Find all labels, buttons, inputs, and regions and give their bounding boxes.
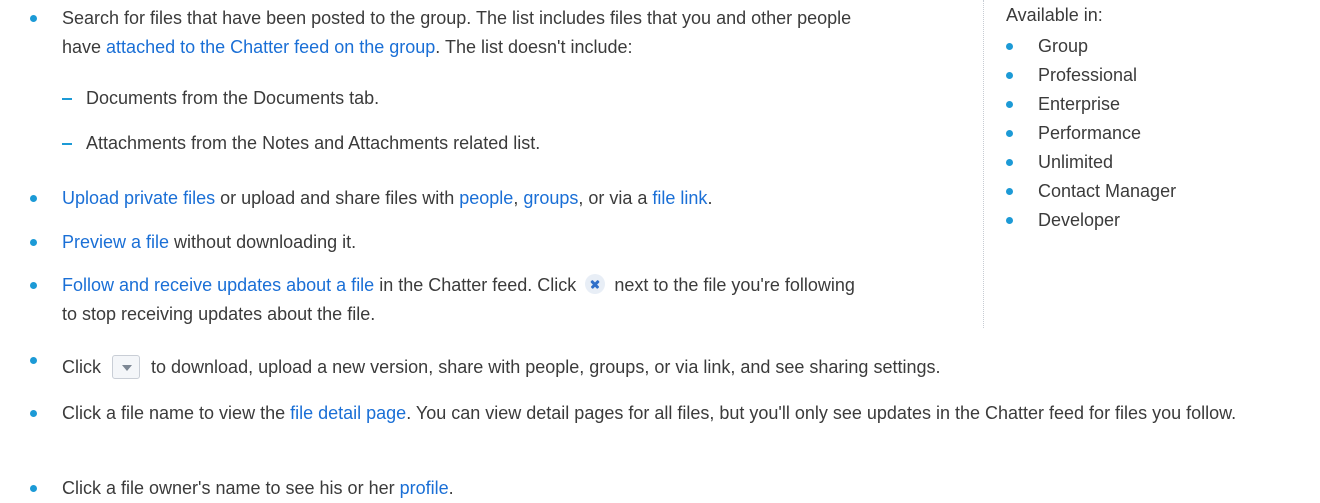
edition-label: Enterprise — [1038, 94, 1121, 114]
bullet — [1006, 188, 1013, 195]
attached-to-feed-link[interactable]: attached to the Chatter feed on the grou… — [106, 37, 435, 57]
bullet — [1006, 72, 1013, 79]
text-tail: to download, upload a new version, share… — [146, 357, 941, 377]
text-segment: or upload and share files with — [215, 188, 460, 208]
dropdown-arrow-icon[interactable] — [112, 355, 140, 379]
profile-link[interactable]: profile — [400, 478, 449, 498]
bullet — [30, 410, 37, 417]
dash — [62, 98, 72, 100]
follow-file-link[interactable]: Follow and receive updates about a file — [62, 275, 374, 295]
list-item-text: Click a file name to view the file detai… — [62, 399, 1320, 428]
bullet — [1006, 43, 1013, 50]
text-segment: , or via a — [578, 188, 653, 208]
edition-label: Professional — [1038, 65, 1138, 85]
text-lead: Click a file name to view the — [62, 403, 291, 423]
text-tail: without downloading it. — [169, 232, 357, 252]
text-tail: . You can view detail pages for all file… — [406, 403, 1237, 423]
bullet — [1006, 130, 1013, 137]
list-item-text: Preview a file without downloading it. — [62, 228, 862, 257]
bullet — [30, 15, 37, 22]
text-tail: . The list doesn't include: — [435, 37, 633, 57]
list-item-text: Search for files that have been posted t… — [62, 4, 862, 62]
sub-list-item-text: Documents from the Documents tab. — [86, 88, 380, 108]
bullet — [30, 357, 37, 364]
bullet — [1006, 101, 1013, 108]
groups-link[interactable]: groups — [523, 188, 578, 208]
bullet — [30, 282, 37, 289]
people-link[interactable]: people — [459, 188, 513, 208]
file-link-link[interactable]: file link — [652, 188, 707, 208]
editions-sidebar: Available in: Group Professional Enterpr… — [983, 0, 1234, 328]
dash — [62, 143, 72, 145]
edition-label: Developer — [1038, 210, 1121, 230]
preview-file-link[interactable]: Preview a file — [62, 232, 169, 252]
list-item-text: Follow and receive updates about a file … — [62, 271, 862, 329]
text-segment: . — [707, 188, 713, 208]
text-lead: Click a file owner's name to see his or … — [62, 478, 400, 498]
edition-label: Contact Manager — [1038, 181, 1177, 201]
bullet — [30, 485, 37, 492]
edition-label: Unlimited — [1038, 152, 1114, 172]
bullet — [1006, 217, 1013, 224]
list-item-text: Upload private files or upload and share… — [62, 184, 862, 213]
x-icon[interactable] — [585, 274, 606, 294]
list-item-text: Click to download, upload a new version,… — [62, 353, 1320, 382]
upload-private-files-link[interactable]: Upload private files — [62, 188, 215, 208]
bullet — [30, 195, 37, 202]
sidebar-title: Available in: — [1006, 5, 1103, 25]
text-segment: , — [513, 188, 524, 208]
bullet — [30, 239, 37, 246]
text-mid: in the Chatter feed. Click — [374, 275, 582, 295]
edition-label: Performance — [1038, 123, 1142, 143]
bullet — [1006, 159, 1013, 166]
edition-label: Group — [1038, 36, 1089, 56]
sub-list-item-text: Attachments from the Notes and Attachmen… — [86, 133, 541, 153]
text-lead: Click — [62, 357, 106, 377]
file-detail-page-link[interactable]: file detail page — [290, 403, 406, 423]
text-tail: . — [448, 478, 454, 498]
list-item-text: Click a file owner's name to see his or … — [62, 474, 1320, 503]
